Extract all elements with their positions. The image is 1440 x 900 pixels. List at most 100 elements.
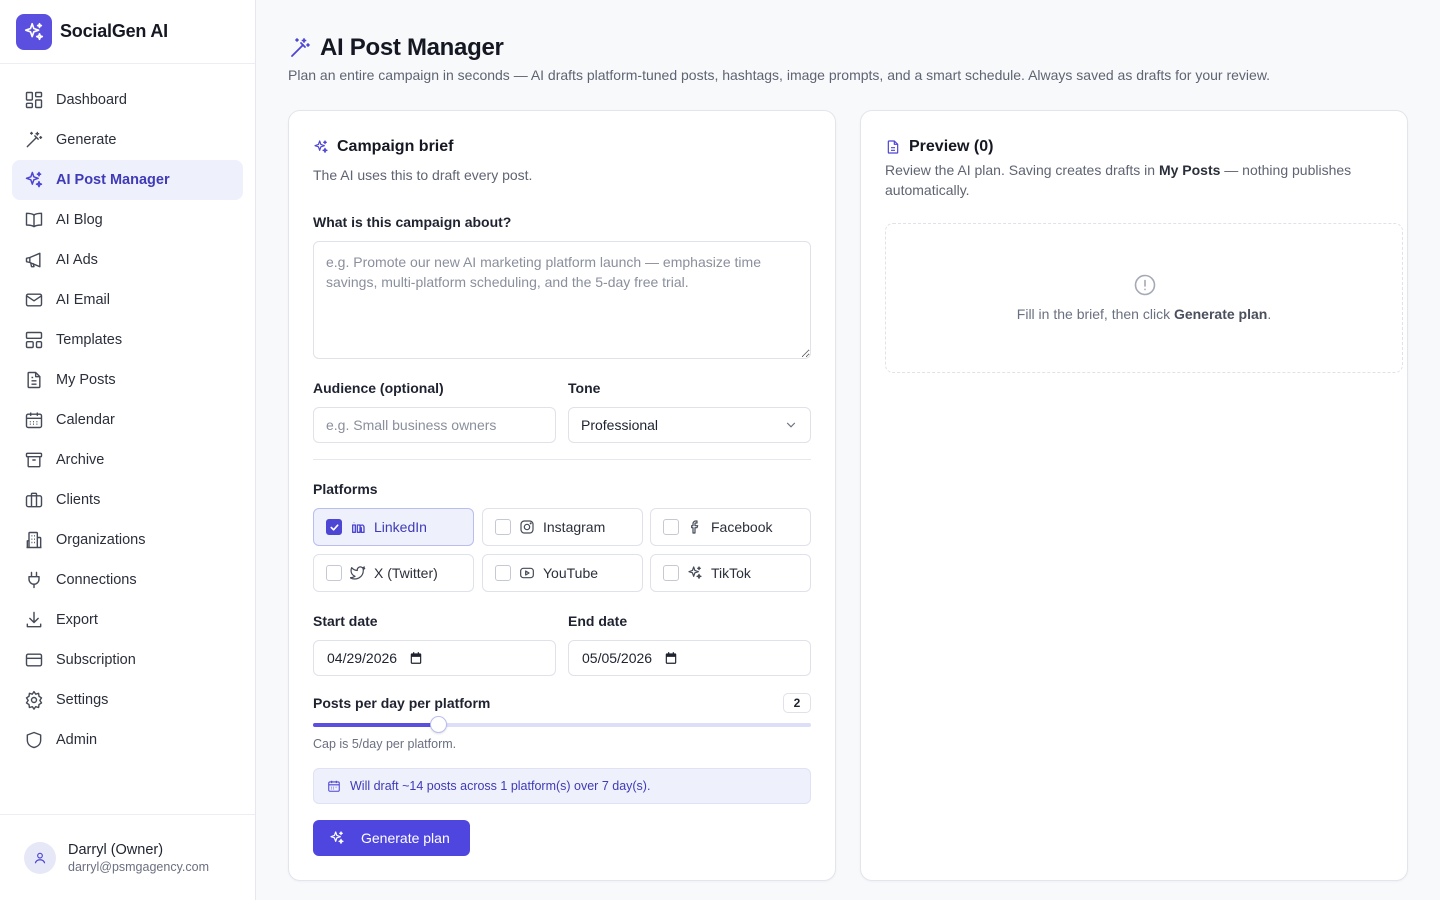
empty-state-text: Fill in the brief, then click Generate p… <box>1016 306 1272 322</box>
sidebar-item-dashboard[interactable]: Dashboard <box>12 80 243 120</box>
youtube-icon <box>520 567 534 579</box>
sidebar-item-ai-post-manager[interactable]: AI Post Manager <box>12 160 243 200</box>
credit-card-icon <box>25 653 43 667</box>
sidebar-item-label: Archive <box>56 452 105 468</box>
templates-icon <box>25 331 43 349</box>
platform-facebook[interactable]: Facebook <box>650 508 811 546</box>
sidebar-item-label: Connections <box>56 572 137 588</box>
sidebar-item-clients[interactable]: Clients <box>12 480 243 520</box>
wand-icon <box>291 38 310 57</box>
sidebar-item-label: AI Email <box>56 292 110 308</box>
sidebar-item-ai-email[interactable]: AI Email <box>12 280 243 320</box>
sidebar-item-generate[interactable]: Generate <box>12 120 243 160</box>
sidebar-item-export[interactable]: Export <box>12 600 243 640</box>
campaign-about-label: What is this campaign about? <box>313 214 512 230</box>
start-date-input[interactable]: 04/29/2026 <box>313 640 556 676</box>
chevron-down-icon <box>786 422 796 428</box>
sidebar-nav: Dashboard Generate AI Post Manager AI Bl… <box>12 80 243 760</box>
sidebar-item-archive[interactable]: Archive <box>12 440 243 480</box>
preview-card: Preview (0) Review the AI plan. Saving c… <box>860 110 1408 881</box>
sidebar-item-admin[interactable]: Admin <box>12 720 243 760</box>
generate-plan-button[interactable]: Generate plan <box>313 820 470 856</box>
calendar-icon <box>328 780 340 792</box>
file-text-icon <box>887 140 899 154</box>
tone-select[interactable]: Professional <box>568 407 811 443</box>
platform-label: TikTok <box>711 565 751 581</box>
slider-handle[interactable] <box>429 716 447 733</box>
alert-circle-icon <box>1134 274 1156 296</box>
preview-title: Preview (0) <box>909 138 994 155</box>
briefcase-icon <box>25 492 43 508</box>
sidebar-item-label: Calendar <box>56 412 115 428</box>
twitter-icon <box>350 566 366 580</box>
checkbox[interactable] <box>495 519 511 535</box>
start-date-label: Start date <box>313 613 378 629</box>
sidebar-item-label: Dashboard <box>56 92 127 108</box>
platform-tiktok[interactable]: TikTok <box>650 554 811 592</box>
audience-label: Audience (optional) <box>313 380 444 396</box>
check-icon <box>329 523 339 531</box>
campaign-about-input[interactable] <box>313 241 811 359</box>
download-icon <box>26 611 42 628</box>
checkbox[interactable] <box>663 565 679 581</box>
platform-youtube[interactable]: YouTube <box>482 554 643 592</box>
megaphone-icon <box>25 252 41 268</box>
dashboard-icon <box>25 91 43 109</box>
facebook-icon <box>691 520 699 534</box>
sidebar-item-subscription[interactable]: Subscription <box>12 640 243 680</box>
sidebar-item-ai-blog[interactable]: AI Blog <box>12 200 243 240</box>
draft-summary-banner: Will draft ~14 posts across 1 platform(s… <box>313 768 811 804</box>
campaign-brief-card: Campaign brief The AI uses this to draft… <box>288 110 836 881</box>
building-icon <box>26 531 42 549</box>
sidebar-item-label: My Posts <box>56 372 116 388</box>
end-date-value: 05/05/2026 <box>582 650 653 666</box>
checkbox[interactable] <box>495 565 511 581</box>
checkbox[interactable] <box>326 565 342 581</box>
sidebar-item-ai-ads[interactable]: AI Ads <box>12 240 243 280</box>
sidebar-item-my-posts[interactable]: My Posts <box>12 360 243 400</box>
platform-label: Facebook <box>711 519 773 535</box>
sidebar-item-label: Clients <box>56 492 101 508</box>
checkbox[interactable] <box>326 519 342 535</box>
end-date-input[interactable]: 05/05/2026 <box>568 640 811 676</box>
checkbox[interactable] <box>663 519 679 535</box>
page-header: AI Post Manager <box>288 34 504 62</box>
divider <box>313 459 811 460</box>
avatar <box>24 841 56 874</box>
sidebar-item-connections[interactable]: Connections <box>12 560 243 600</box>
platform-label: LinkedIn <box>374 519 427 535</box>
generate-plan-label: Generate plan <box>361 830 450 846</box>
shield-icon <box>26 731 42 749</box>
linkedin-icon <box>352 522 365 533</box>
cap-note: Cap is 5/day per platform. <box>313 737 457 751</box>
posts-per-day-label: Posts per day per platform <box>313 695 491 711</box>
calendar-icon[interactable] <box>409 651 423 665</box>
sidebar-item-label: Export <box>56 612 98 628</box>
sidebar-item-settings[interactable]: Settings <box>12 680 243 720</box>
calendar-icon[interactable] <box>664 651 678 665</box>
sidebar-item-label: Organizations <box>56 532 146 548</box>
sidebar-item-organizations[interactable]: Organizations <box>12 520 243 560</box>
slider-fill <box>313 723 438 727</box>
sidebar-item-label: AI Blog <box>56 212 103 228</box>
sidebar-item-label: AI Ads <box>56 252 98 268</box>
mail-icon <box>25 293 43 307</box>
end-date-label: End date <box>568 613 628 629</box>
preview-empty-state: Fill in the brief, then click Generate p… <box>885 223 1403 373</box>
calendar-icon <box>25 412 43 429</box>
sidebar-item-templates[interactable]: Templates <box>12 320 243 360</box>
sparkles-icon <box>314 140 328 153</box>
platform-label: YouTube <box>543 565 599 581</box>
brand[interactable]: SocialGen AI <box>0 0 255 64</box>
platform-linkedin[interactable]: LinkedIn <box>313 508 474 546</box>
posts-per-day-slider[interactable] <box>313 716 811 733</box>
platform-twitter[interactable]: X (Twitter) <box>313 554 474 592</box>
sidebar-item-calendar[interactable]: Calendar <box>12 400 243 440</box>
card-title: Campaign brief <box>337 138 454 155</box>
audience-input[interactable] <box>313 407 556 443</box>
sparkles-icon <box>688 566 702 579</box>
archive-icon <box>25 452 43 468</box>
platform-instagram[interactable]: Instagram <box>482 508 643 546</box>
page-title: AI Post Manager <box>320 34 504 61</box>
user-profile[interactable]: Darryl (Owner) darryl@psmgagency.com <box>0 814 255 900</box>
